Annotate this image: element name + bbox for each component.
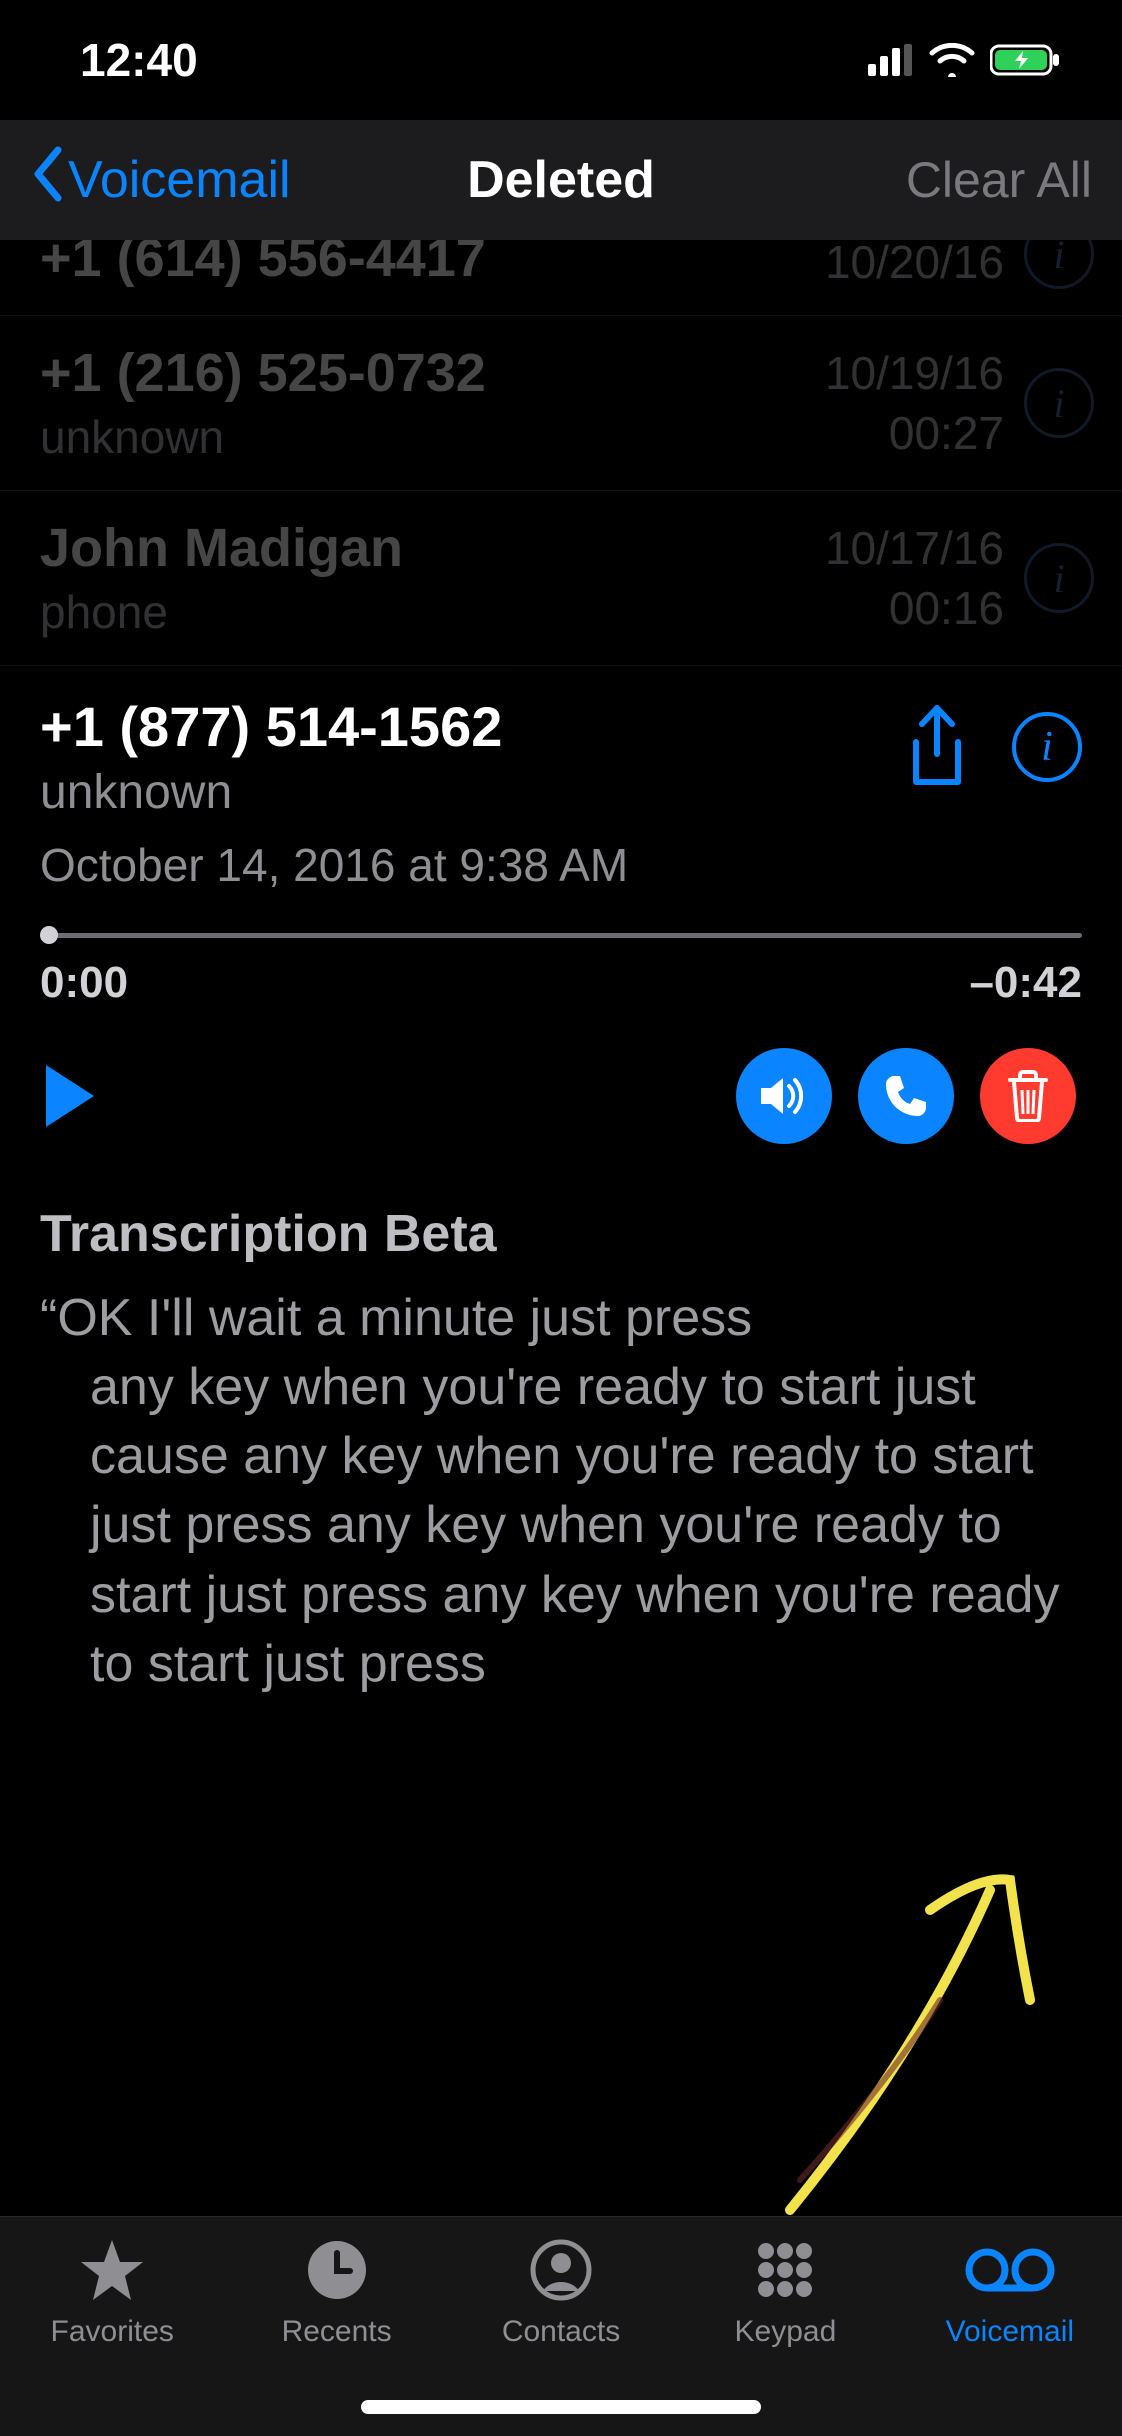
clear-all-button[interactable]: Clear All <box>906 151 1092 209</box>
scrubber-track <box>40 933 1082 938</box>
expanded-label: unknown <box>40 765 872 820</box>
delete-button[interactable] <box>980 1048 1076 1144</box>
clock-icon <box>306 2235 368 2305</box>
scrubber-thumb[interactable] <box>40 926 58 944</box>
caller: John Madigan <box>40 517 805 579</box>
battery-charging-icon <box>990 43 1062 77</box>
speaker-icon <box>757 1072 811 1120</box>
phone-icon <box>882 1072 930 1120</box>
transcription-line-first: “OK I'll wait a minute just press <box>40 1289 752 1347</box>
call-back-button[interactable] <box>858 1048 954 1144</box>
content: +1 (614) 556-4417 10/20/16 i +1 (216) 52… <box>0 240 1122 2216</box>
person-icon <box>530 2235 592 2305</box>
duration: 00:27 <box>825 406 1004 460</box>
tab-label: Keypad <box>735 2315 837 2349</box>
expanded-caller: +1 (877) 514-1562 <box>40 694 872 759</box>
date: 10/19/16 <box>825 346 1004 400</box>
info-button[interactable]: i <box>1024 240 1094 289</box>
tab-favorites[interactable]: Favorites <box>0 2217 224 2436</box>
date: 10/20/16 <box>825 240 1004 289</box>
transcription-body: “OK I'll wait a minute just press any ke… <box>40 1284 1082 1699</box>
tab-label: Recents <box>282 2315 392 2349</box>
transcription-line-rest: any key when you're ready to start just … <box>40 1353 1082 1699</box>
voicemail-row[interactable]: +1 (216) 525-0732 unknown 10/19/16 00:27… <box>0 316 1122 491</box>
caller: +1 (216) 525-0732 <box>40 342 805 404</box>
speaker-button[interactable] <box>736 1048 832 1144</box>
duration: 00:16 <box>825 581 1004 635</box>
status-bar: 12:40 <box>0 0 1122 120</box>
star-icon <box>79 2235 145 2305</box>
info-button[interactable]: i <box>1024 543 1094 613</box>
elapsed-time: 0:00 <box>40 958 128 1008</box>
voicemail-row[interactable]: John Madigan phone 10/17/16 00:16 i <box>0 491 1122 666</box>
back-label: Voicemail <box>68 150 291 210</box>
tab-label: Voicemail <box>946 2315 1074 2349</box>
voicemail-icon <box>965 2235 1055 2305</box>
voicemail-list: +1 (614) 556-4417 10/20/16 i +1 (216) 52… <box>0 240 1122 1699</box>
share-icon <box>902 704 972 790</box>
playback-scrubber[interactable] <box>40 926 1082 944</box>
tab-label: Contacts <box>502 2315 620 2349</box>
info-button[interactable]: i <box>1024 368 1094 438</box>
caller-label: unknown <box>40 410 805 464</box>
expanded-timestamp: October 14, 2016 at 9:38 AM <box>40 838 872 892</box>
voicemail-row[interactable]: +1 (614) 556-4417 10/20/16 i <box>0 240 1122 316</box>
tab-label: Favorites <box>51 2315 174 2349</box>
voicemail-expanded: +1 (877) 514-1562 unknown October 14, 20… <box>0 666 1122 1164</box>
info-button[interactable]: i <box>1012 712 1082 782</box>
status-time: 12:40 <box>80 33 198 87</box>
transcription-title: Transcription Beta <box>40 1204 1082 1264</box>
keypad-icon <box>754 2235 816 2305</box>
caller-label: phone <box>40 585 805 639</box>
trash-icon <box>1006 1070 1050 1122</box>
play-button[interactable] <box>40 1061 100 1131</box>
home-indicator[interactable] <box>361 2400 761 2414</box>
remaining-time: –0:42 <box>969 958 1082 1008</box>
chevron-left-icon <box>30 146 64 215</box>
transcription-section: Transcription Beta “OK I'll wait a minut… <box>0 1164 1122 1699</box>
share-button[interactable] <box>902 704 972 790</box>
play-icon <box>40 1061 100 1131</box>
back-button[interactable]: Voicemail <box>30 146 291 215</box>
caller: +1 (614) 556-4417 <box>40 240 805 289</box>
wifi-icon <box>928 43 976 77</box>
tab-voicemail[interactable]: Voicemail <box>898 2217 1122 2436</box>
cellular-icon <box>868 44 914 76</box>
nav-bar: Voicemail Deleted Clear All <box>0 120 1122 240</box>
status-indicators <box>868 43 1062 77</box>
date: 10/17/16 <box>825 521 1004 575</box>
